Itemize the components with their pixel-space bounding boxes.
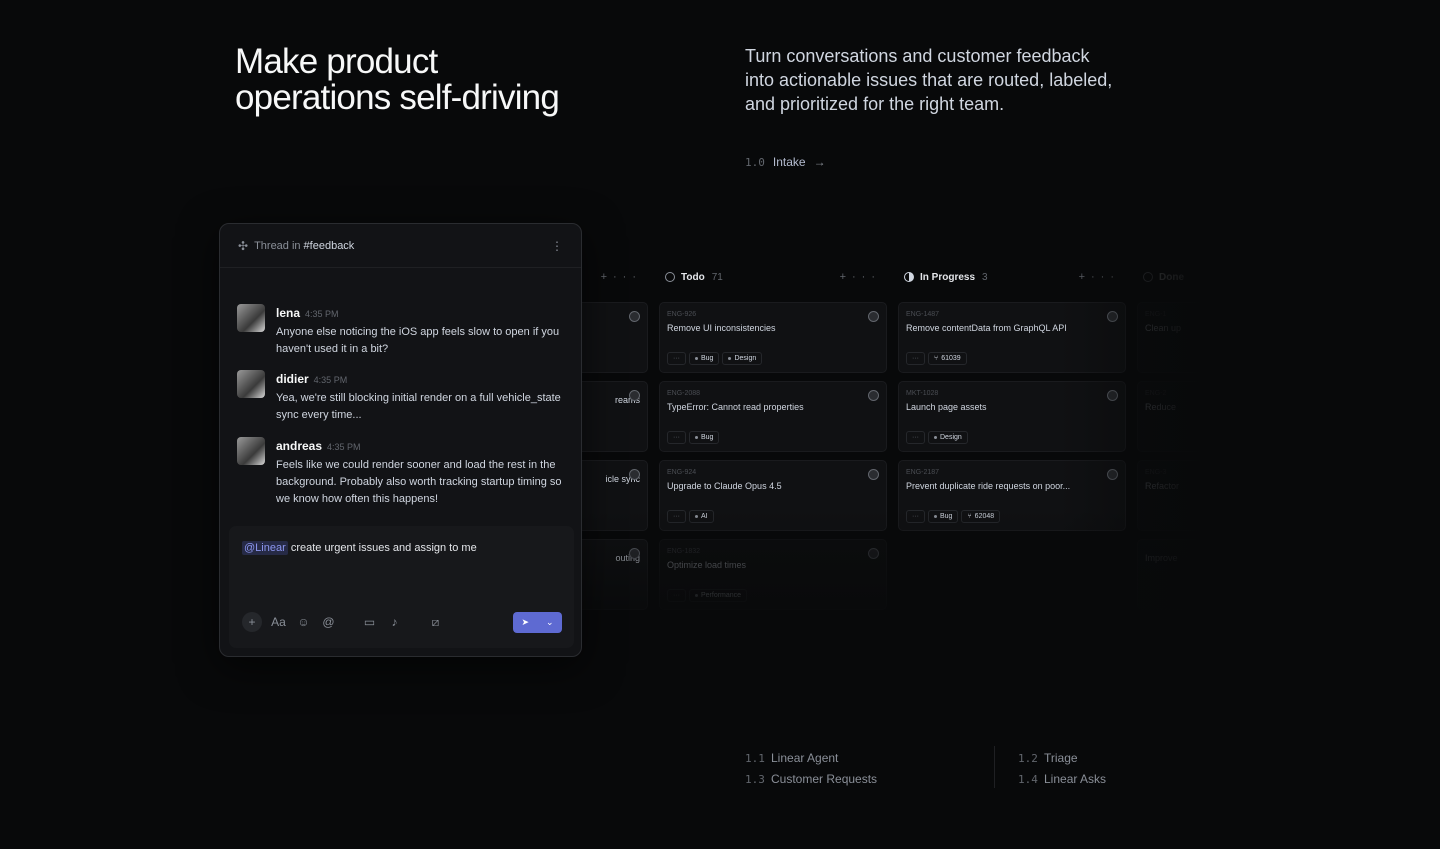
- slack-thread-panel: ✣ Thread in #feedback ⋮ lena 4:35 PM Anyo…: [219, 223, 582, 657]
- formatting-icon[interactable]: Aa: [270, 614, 287, 631]
- pull-request-tag: ⑂ 61039: [928, 352, 967, 365]
- issue-card[interactable]: ENG-1832 Optimize load times ··· Perform…: [659, 539, 887, 610]
- intake-link[interactable]: 1.0 Intake →: [745, 155, 826, 169]
- priority-icon: ···: [667, 589, 686, 602]
- issue-card[interactable]: ENG-926 Remove UI inconsistencies ··· Bu…: [659, 302, 887, 373]
- slash-command-icon[interactable]: ⧄: [427, 614, 444, 631]
- board-column-in-progress: In Progress 3 +··· ENG-1487 Remove conte…: [898, 250, 1126, 620]
- column-header: Done: [1143, 268, 1200, 286]
- channel-name: #feedback: [303, 239, 355, 252]
- label-tag: Bug: [689, 431, 720, 444]
- sublinks-left: 1.1 Linear Agent 1.3 Customer Requests: [745, 748, 877, 790]
- in-progress-status-icon: [904, 272, 914, 282]
- hero-description: Turn conversations and customer feedback…: [745, 46, 1113, 114]
- column-actions[interactable]: +···: [840, 271, 881, 283]
- issue-card[interactable]: MKT-1028 Launch page assets ··· Design: [898, 381, 1126, 452]
- avatar: [237, 437, 265, 465]
- composer-toolbar: + Aa ☺ @ ▭ ♪ ⧄: [242, 612, 444, 632]
- send-icon: ➤: [521, 617, 530, 627]
- avatar: [237, 370, 265, 398]
- column-header: Todo 71 +···: [665, 268, 881, 286]
- hero-title: Make product operations self-driving: [235, 44, 635, 116]
- issue-card[interactable]: ENG-2187 Prevent duplicate ride requests…: [898, 460, 1126, 531]
- label-tag: Bug: [689, 352, 720, 365]
- mention-icon[interactable]: @: [320, 614, 337, 631]
- issue-card[interactable]: ENG-1 Clean up: [1137, 302, 1200, 373]
- assignee-avatar: [868, 390, 879, 401]
- priority-icon: ···: [667, 510, 686, 523]
- avatar: [237, 304, 265, 332]
- sublink-linear-asks[interactable]: 1.4 Linear Asks: [1018, 769, 1106, 790]
- column-actions[interactable]: +···: [1079, 271, 1120, 283]
- priority-icon: ···: [667, 352, 686, 365]
- assignee-avatar: [868, 548, 879, 559]
- issue-card[interactable]: ENG-3 Refactor: [1137, 460, 1200, 531]
- issue-card[interactable]: ENG-924 Upgrade to Claude Opus 4.5 ··· A…: [659, 460, 887, 531]
- pull-request-icon: ⑂: [934, 355, 939, 362]
- video-icon[interactable]: ▭: [361, 614, 378, 631]
- column-header: In Progress 3 +···: [904, 268, 1120, 286]
- label-tag: Performance: [689, 589, 748, 602]
- hero-title-line-1: Make product: [235, 42, 438, 81]
- plus-icon[interactable]: +: [242, 612, 262, 632]
- label-tag: AI: [689, 510, 714, 523]
- label-tag: Design: [722, 352, 763, 365]
- assignee-avatar: [629, 390, 640, 401]
- priority-icon: ···: [906, 352, 925, 365]
- message-composer[interactable]: @Linear create urgent issues and assign …: [229, 526, 574, 648]
- thread-header: ✣ Thread in #feedback ⋮: [220, 224, 581, 268]
- mention: @Linear: [242, 541, 288, 555]
- priority-icon: ···: [906, 510, 925, 523]
- sublinks-right: 1.2 Triage 1.4 Linear Asks: [1018, 748, 1106, 790]
- assignee-avatar: [629, 311, 640, 322]
- assignee-avatar: [1107, 469, 1118, 480]
- issue-card[interactable]: Improve: [1137, 539, 1200, 610]
- assignee-avatar: [1107, 311, 1118, 322]
- assignee-avatar: [629, 548, 640, 559]
- pull-request-tag: ⑂ 62048: [961, 510, 1001, 523]
- label-tag: Bug: [928, 510, 959, 523]
- assignee-avatar: [629, 469, 640, 480]
- arrow-right-icon: →: [813, 155, 826, 169]
- emoji-icon[interactable]: ☺: [295, 614, 312, 631]
- todo-status-icon: [665, 272, 675, 282]
- priority-icon: ···: [667, 431, 686, 444]
- intake-number: 1.0: [745, 155, 765, 169]
- label-tag: Design: [928, 431, 968, 444]
- more-vertical-icon[interactable]: ⋮: [551, 239, 563, 253]
- chevron-down-icon[interactable]: ⌄: [546, 617, 554, 628]
- divider: [994, 746, 995, 788]
- sublink-triage[interactable]: 1.2 Triage: [1018, 748, 1106, 769]
- assignee-avatar: [1107, 390, 1118, 401]
- hero-title-line-2: operations self-driving: [235, 78, 560, 117]
- slack-icon: ✣: [238, 238, 249, 253]
- priority-icon: ···: [906, 431, 925, 444]
- message: lena 4:35 PM Anyone else noticing the iOS…: [237, 304, 567, 358]
- assignee-avatar: [868, 311, 879, 322]
- board-column-todo: Todo 71 +··· ENG-926 Remove UI inconsist…: [659, 250, 887, 620]
- pull-request-icon: ⑂: [967, 513, 972, 520]
- done-status-icon: [1143, 272, 1153, 282]
- issue-card[interactable]: ENG-1487 Remove contentData from GraphQL…: [898, 302, 1126, 373]
- send-button[interactable]: ➤ ⌄: [513, 612, 562, 633]
- assignee-avatar: [868, 469, 879, 480]
- issue-card[interactable]: ENG-2088 TypeError: Cannot read properti…: [659, 381, 887, 452]
- issue-board: +··· reams icle sync outing Todo 71 +···: [560, 250, 1200, 620]
- microphone-icon[interactable]: ♪: [386, 614, 403, 631]
- intake-label: Intake: [772, 155, 806, 169]
- sublink-customer-requests[interactable]: 1.3 Customer Requests: [745, 769, 877, 790]
- sublink-linear-agent[interactable]: 1.1 Linear Agent: [745, 748, 877, 769]
- message: didier 4:35 PM Yea, we're still blocking …: [237, 370, 567, 424]
- composer-text[interactable]: @Linear create urgent issues and assign …: [242, 541, 477, 555]
- board-column-done: Done ENG-1 Clean up ENG-2 Reduce ENG-3 R…: [1137, 250, 1200, 620]
- message: andreas 4:35 PM Feels like we could rende…: [237, 437, 567, 508]
- issue-card[interactable]: ENG-2 Reduce: [1137, 381, 1200, 452]
- column-actions[interactable]: +···: [601, 271, 642, 283]
